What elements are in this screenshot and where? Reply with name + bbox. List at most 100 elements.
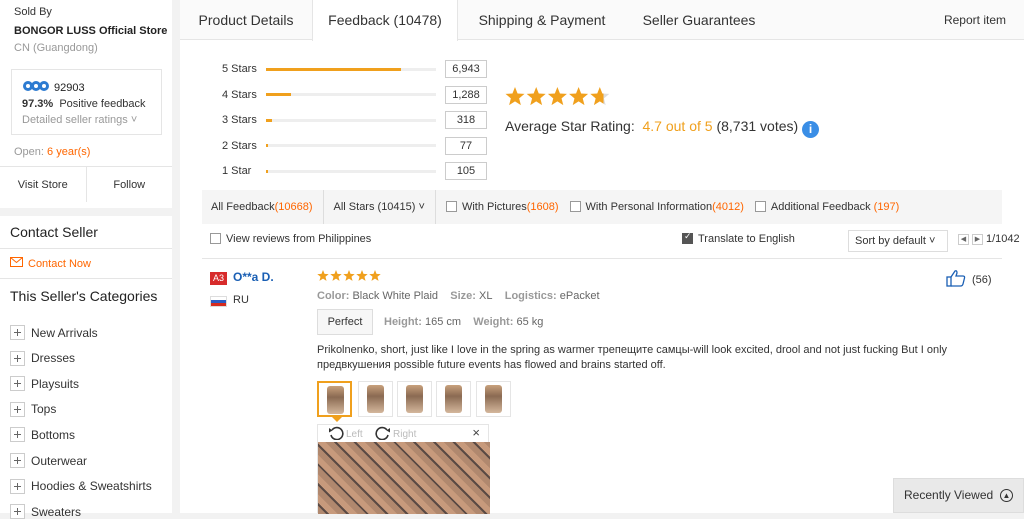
category-item[interactable]: New Arrivals [10, 325, 98, 340]
all-stars-dropdown[interactable]: All Stars (10415) ˅ [334, 201, 425, 213]
additional-feedback-checkbox[interactable] [754, 201, 766, 212]
plus-icon[interactable] [10, 325, 25, 340]
seller-points: 92903 [22, 80, 85, 96]
rotate-left-button[interactable]: Left [328, 426, 363, 443]
tab-feedback[interactable]: Feedback (10478) [312, 0, 458, 41]
star-icon [526, 87, 546, 106]
rating-row[interactable]: 1 Star [222, 163, 436, 179]
star-icon [505, 87, 525, 106]
contact-seller-title: Contact Seller [10, 224, 98, 240]
review-text: Prikolnenko, short, just like I love in … [317, 344, 948, 371]
seller-feedback-box: 92903 97.3% Positive feedback Detailed s… [11, 69, 162, 135]
category-item[interactable]: Hoodies & Sweatshirts [10, 478, 152, 494]
plus-icon[interactable] [10, 504, 25, 519]
rating-label: 4 Stars [222, 88, 257, 101]
rating-row[interactable]: 3 Stars [222, 112, 436, 128]
tab-bar: Product Details Feedback (10478) Shippin… [180, 0, 1024, 41]
buyer-level-badge: A3 [210, 272, 227, 285]
page-indicator: 1/1042 [986, 233, 1020, 245]
rotate-left-icon [328, 426, 344, 443]
report-item-link[interactable]: Report item [944, 0, 1006, 40]
prev-page-button[interactable]: ◀ [958, 233, 969, 245]
rating-bar [266, 118, 436, 122]
star-icon [547, 87, 567, 106]
chevron-down-icon: ˅ [929, 235, 936, 247]
contact-now-link[interactable]: Contact Now [10, 257, 91, 270]
rating-bar [266, 169, 436, 173]
plus-icon[interactable] [10, 376, 25, 392]
plus-icon[interactable] [10, 350, 25, 366]
rating-bar [266, 67, 436, 71]
info-icon[interactable]: i [802, 121, 820, 138]
category-item[interactable]: Dresses [10, 350, 75, 366]
detailed-seller-ratings[interactable]: Detailed seller ratings ˅ [22, 114, 137, 126]
rating-row[interactable]: 2 Stars [222, 138, 436, 154]
plus-icon[interactable] [10, 427, 25, 443]
helpful-button[interactable]: (56) [946, 269, 992, 290]
with-personal-info-checkbox[interactable] [569, 201, 581, 212]
contact-panel: Contact Seller Contact Now This Seller's… [0, 216, 172, 519]
plus-icon[interactable] [10, 453, 25, 468]
review-photo-thumb[interactable] [358, 381, 393, 417]
reviewer-country: RU [233, 294, 249, 306]
average-rating: Average Star Rating: 4.7 out of 5 (8,731… [505, 118, 820, 138]
sold-by-label: Sold By [14, 6, 52, 18]
tab-seller-guarantees[interactable]: Seller Guarantees [626, 0, 772, 40]
chevron-up-icon: ▲ [1000, 489, 1013, 502]
category-item[interactable]: Sweaters [10, 504, 81, 519]
view-reviews-checkbox[interactable] [210, 233, 221, 244]
star-icon [343, 270, 355, 281]
rating-label: 1 Star [222, 165, 252, 178]
visit-store-button[interactable]: Visit Store [0, 167, 87, 202]
seller-panel: Sold By BONGOR LUSS Official Store CN (G… [0, 0, 172, 208]
medal-icon [22, 80, 50, 96]
review-photo-thumb[interactable] [476, 381, 511, 417]
follow-button[interactable]: Follow [87, 167, 173, 202]
rotate-right-button[interactable]: Right [375, 426, 416, 443]
view-reviews-from-filter[interactable]: View reviews from Philippines [210, 233, 371, 245]
additional-feedback-filter[interactable]: Additional Feedback (197) [754, 201, 899, 213]
rating-count: 105 [445, 162, 487, 181]
tab-shipping-payment[interactable]: Shipping & Payment [458, 0, 626, 40]
translate-checkbox[interactable] [682, 231, 693, 244]
with-personal-info-filter[interactable]: With Personal Information(4012) [569, 201, 744, 213]
review-attributes: Color: Black White Plaid Size: XL Logist… [317, 290, 600, 302]
filter-all-feedback[interactable]: All Feedback(10668) [211, 201, 313, 213]
store-location: CN (Guangdong) [14, 42, 98, 54]
category-item[interactable]: Tops [10, 401, 56, 417]
category-item[interactable]: Outerwear [10, 453, 87, 468]
chevron-down-icon: ˅ [418, 201, 425, 213]
star-icon [356, 270, 368, 281]
sort-select[interactable]: Sort by default ˅ [848, 230, 948, 252]
recently-viewed-button[interactable]: Recently Viewed ▲ [893, 478, 1024, 513]
with-pictures-filter[interactable]: With Pictures(1608) [445, 201, 559, 213]
category-item[interactable]: Bottoms [10, 427, 75, 443]
positive-feedback: 97.3% Positive feedback [22, 98, 146, 110]
with-pictures-checkbox[interactable] [445, 201, 457, 212]
review-photo-thumb[interactable] [397, 381, 432, 417]
rating-row[interactable]: 5 Stars [222, 61, 436, 77]
review-photo-large [318, 442, 490, 514]
translate-toggle[interactable]: Translate to English [682, 231, 795, 245]
review-photo-thumb[interactable] [436, 381, 471, 417]
next-page-button[interactable]: ▶ [972, 233, 983, 245]
category-item[interactable]: Playsuits [10, 376, 79, 392]
plus-icon[interactable] [10, 401, 25, 417]
star-icon [569, 87, 589, 106]
review-options-row: View reviews from Philippines Translate … [210, 230, 1020, 252]
photo-viewer: Left Right × [317, 424, 490, 514]
tab-product-details[interactable]: Product Details [180, 0, 312, 40]
close-icon[interactable]: × [472, 425, 480, 440]
rating-row[interactable]: 4 Stars [222, 87, 436, 103]
rotate-right-icon [375, 426, 391, 443]
reviewer-measurements: Height: 165 cm Weight: 65 kg [384, 316, 544, 328]
review-photo-thumb[interactable] [317, 381, 352, 417]
store-name[interactable]: BONGOR LUSS Official Store [14, 25, 167, 37]
russia-flag-icon [210, 296, 227, 307]
star-icon [369, 270, 381, 281]
categories-title: This Seller's Categories [10, 288, 158, 304]
pagination: ◀ ▶ 1/1042 [958, 233, 1020, 245]
review-stars [317, 269, 383, 287]
plus-icon[interactable] [10, 478, 25, 494]
reviewer-name[interactable]: O**a D. [233, 270, 274, 284]
